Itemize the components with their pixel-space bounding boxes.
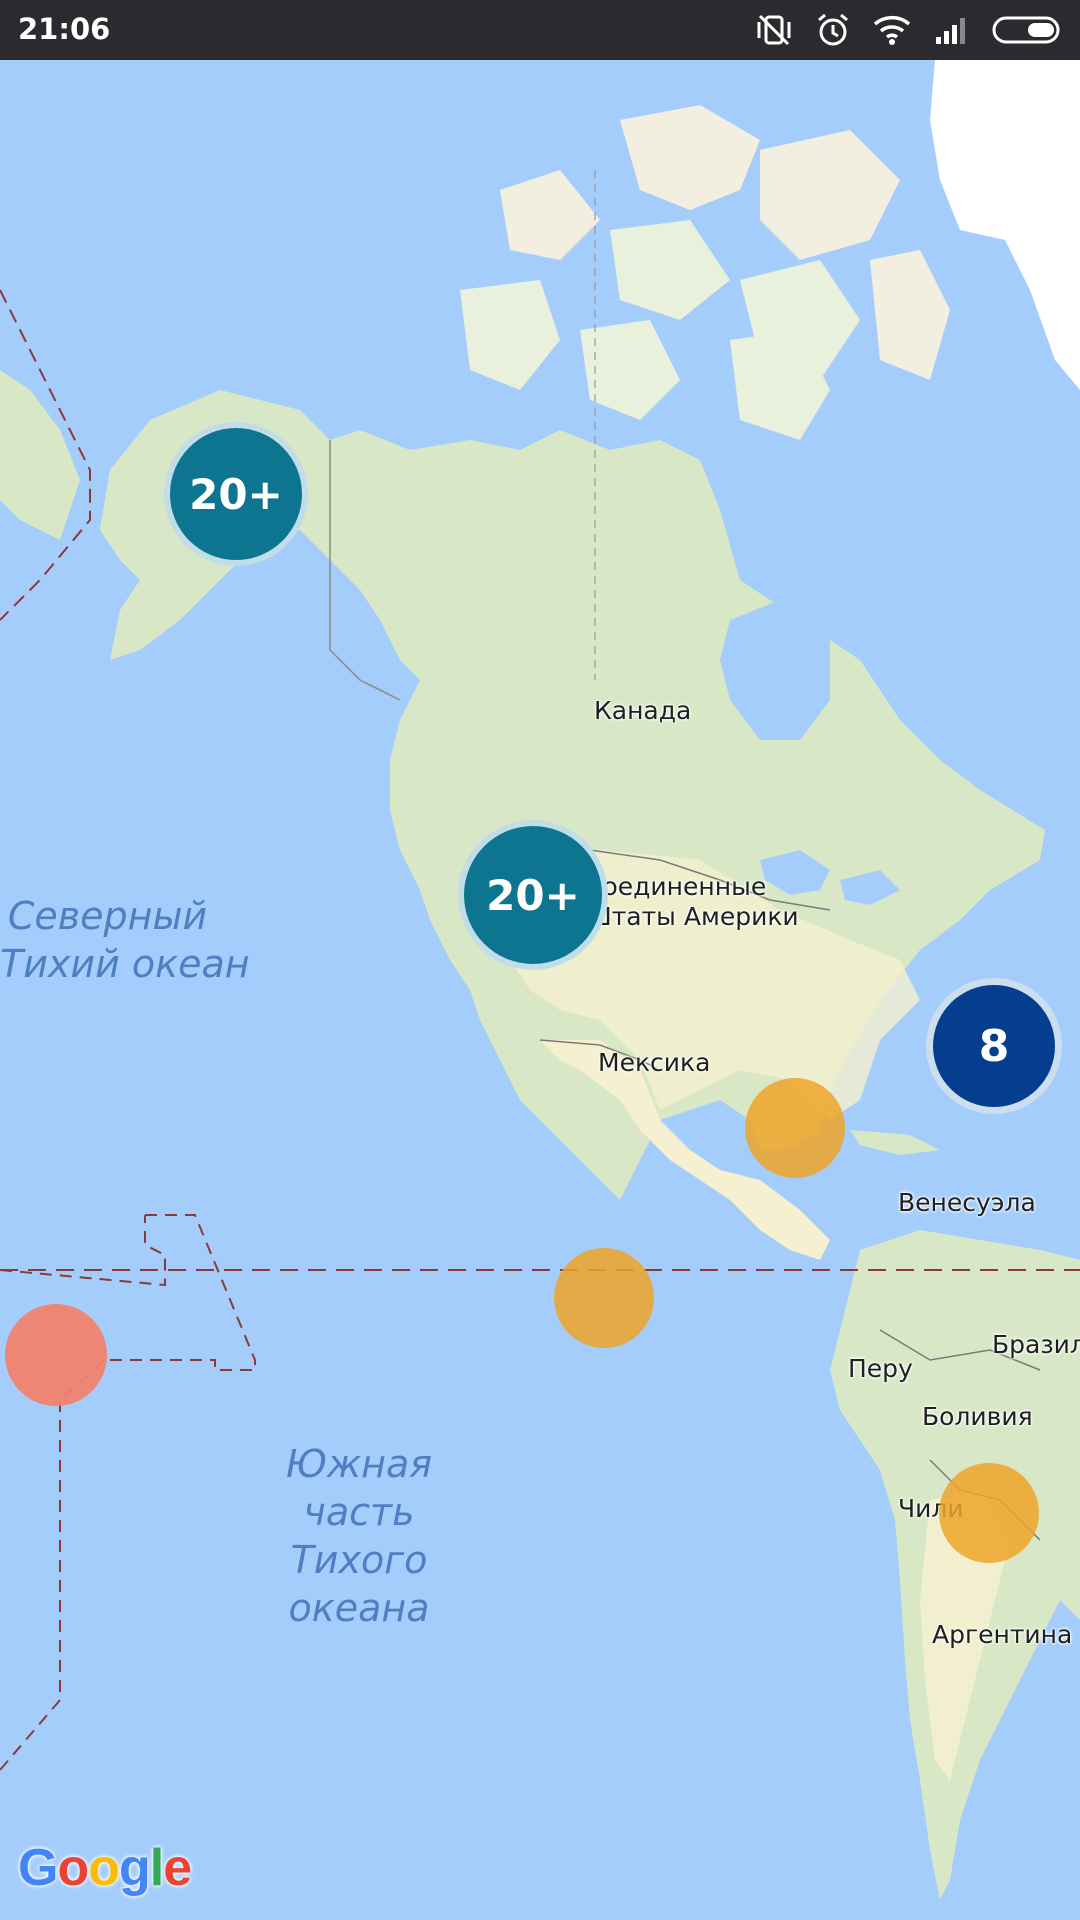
- country-label-canada: Канада: [594, 696, 692, 725]
- battery-icon: [992, 15, 1064, 45]
- signal-icon: [934, 15, 970, 45]
- country-label-usa: Соединенные Штаты Америки: [585, 872, 799, 931]
- map-base: [0, 60, 1080, 1920]
- marker-pacific-equator[interactable]: [554, 1248, 654, 1348]
- google-logo-letter: g: [118, 1839, 151, 1897]
- alarm-icon: [816, 12, 850, 48]
- status-bar: 21:06: [0, 0, 1080, 60]
- country-label-venezuela: Венесуэла: [898, 1188, 1036, 1217]
- wifi-icon: [872, 14, 912, 46]
- country-label-peru: Перу: [848, 1354, 913, 1383]
- google-logo-letter: G: [18, 1839, 58, 1897]
- status-time: 21:06: [18, 12, 111, 46]
- country-label-bolivia: Боливия: [922, 1402, 1033, 1431]
- google-logo[interactable]: Google: [18, 1838, 192, 1898]
- map-view[interactable]: Канада Соединенные Штаты Америки Мексика…: [0, 60, 1080, 1920]
- cluster-marker-us-west[interactable]: 20+: [458, 820, 608, 970]
- google-logo-letter: o: [88, 1839, 120, 1897]
- marker-bolivia[interactable]: [939, 1463, 1039, 1563]
- google-logo-letter: e: [163, 1839, 192, 1897]
- google-logo-letter: l: [149, 1839, 164, 1897]
- country-label-argentina: Аргентина: [932, 1620, 1073, 1649]
- cluster-marker-atlantic[interactable]: 8: [926, 978, 1062, 1114]
- ocean-label-south-pacific: Южная часть Тихого океана: [285, 1442, 433, 1630]
- google-logo-letter: o: [57, 1839, 89, 1897]
- ocean-label-north-pacific: Северный Тихий океан: [0, 894, 250, 986]
- status-icons: [754, 10, 1064, 50]
- marker-polynesia[interactable]: [5, 1304, 107, 1406]
- vibrate-off-icon: [754, 12, 794, 48]
- country-label-brazil: Бразил: [992, 1330, 1080, 1359]
- marker-central-america[interactable]: [745, 1078, 845, 1178]
- country-label-mexico: Мексика: [598, 1048, 711, 1077]
- cluster-marker-alaska[interactable]: 20+: [164, 422, 308, 566]
